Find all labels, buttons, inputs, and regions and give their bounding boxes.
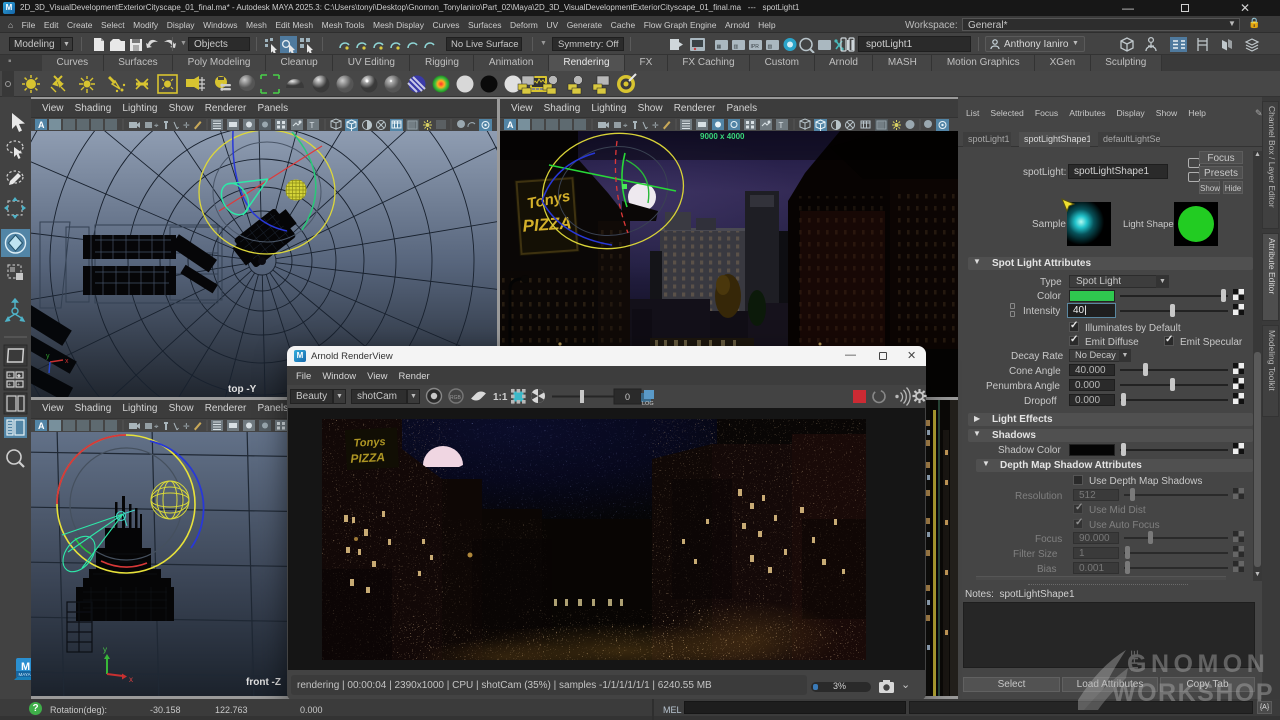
svg-text:▥: ▥ bbox=[734, 44, 739, 50]
svg-text:front -Z: front -Z bbox=[246, 677, 281, 688]
svg-text:+: + bbox=[17, 382, 20, 388]
svg-text:y: y bbox=[46, 353, 50, 360]
svg-text:9000 x 4000: 9000 x 4000 bbox=[700, 132, 745, 141]
svg-text:◆: ◆ bbox=[17, 373, 21, 379]
svg-text:0: 0 bbox=[625, 392, 630, 402]
svg-text:+: + bbox=[8, 382, 11, 388]
svg-text:y: y bbox=[103, 645, 107, 654]
svg-text:✛: ✛ bbox=[652, 121, 659, 130]
svg-text:A: A bbox=[507, 120, 514, 130]
svg-text:LOG: LOG bbox=[642, 401, 654, 406]
svg-text:✛: ✛ bbox=[183, 422, 190, 431]
svg-text:T: T bbox=[310, 121, 315, 130]
svg-text:Tonys: Tonys bbox=[353, 436, 386, 450]
svg-text:IPR: IPR bbox=[751, 44, 760, 50]
svg-text:RGB: RGB bbox=[450, 395, 462, 401]
svg-text:⌖: ⌖ bbox=[154, 121, 159, 130]
svg-text:PIZZA: PIZZA bbox=[350, 450, 385, 466]
svg-text:1:1: 1:1 bbox=[493, 392, 508, 403]
svg-text:✛: ✛ bbox=[183, 121, 190, 130]
svg-text:A: A bbox=[38, 421, 45, 431]
svg-text:x: x bbox=[129, 675, 133, 684]
svg-text:top -Y: top -Y bbox=[228, 384, 257, 395]
svg-text:MAYA: MAYA bbox=[19, 672, 31, 677]
svg-text:A: A bbox=[38, 120, 45, 130]
svg-text:⌖: ⌖ bbox=[154, 422, 159, 431]
svg-text:x: x bbox=[65, 358, 69, 365]
svg-text:T: T bbox=[779, 121, 784, 130]
svg-text:+: + bbox=[8, 373, 11, 379]
svg-text:▨: ▨ bbox=[768, 44, 773, 50]
svg-text:⌖: ⌖ bbox=[623, 121, 628, 130]
svg-text:▦: ▦ bbox=[717, 44, 722, 50]
